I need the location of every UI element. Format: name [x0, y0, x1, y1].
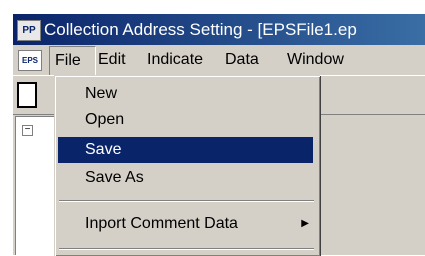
title-bar[interactable]: PP Collection Address Setting - [EPSFile… [13, 14, 425, 45]
submenu-arrow-icon: ▶ [301, 218, 309, 229]
app-icon[interactable]: PP [17, 20, 41, 41]
collapse-icon[interactable]: − [22, 125, 33, 136]
menu-item-label: Inport Comment Data [85, 215, 238, 232]
menu-item-save[interactable]: Save [58, 137, 313, 163]
menu-item-save-as[interactable]: Save As [58, 165, 313, 191]
menu-bar: EPS File Edit Indicate Data Window [13, 45, 425, 75]
file-menu-dropdown: New Open Save Save As Inport Comment Dat… [54, 75, 320, 256]
menu-file[interactable]: File [49, 46, 96, 75]
window-title: Collection Address Setting - [EPSFile1.e… [44, 20, 357, 39]
menu-item-label: Save [85, 141, 122, 158]
document-icon[interactable]: EPS [18, 50, 42, 71]
menu-item-label: New [85, 85, 118, 102]
menu-item-label: Open [85, 111, 125, 128]
menu-window[interactable]: Window [287, 45, 344, 75]
menu-separator [59, 248, 314, 250]
new-document-icon[interactable] [17, 82, 37, 108]
menu-item-label: Save As [85, 169, 144, 186]
menu-separator [59, 200, 314, 202]
menu-edit[interactable]: Edit [98, 45, 126, 75]
menu-data[interactable]: Data [225, 45, 259, 75]
menu-item-import-comment-data[interactable]: Inport Comment Data ▶ [58, 211, 313, 237]
menu-item-open[interactable]: Open [58, 107, 313, 133]
menu-item-new[interactable]: New [58, 81, 313, 107]
menu-indicate[interactable]: Indicate [147, 45, 203, 75]
